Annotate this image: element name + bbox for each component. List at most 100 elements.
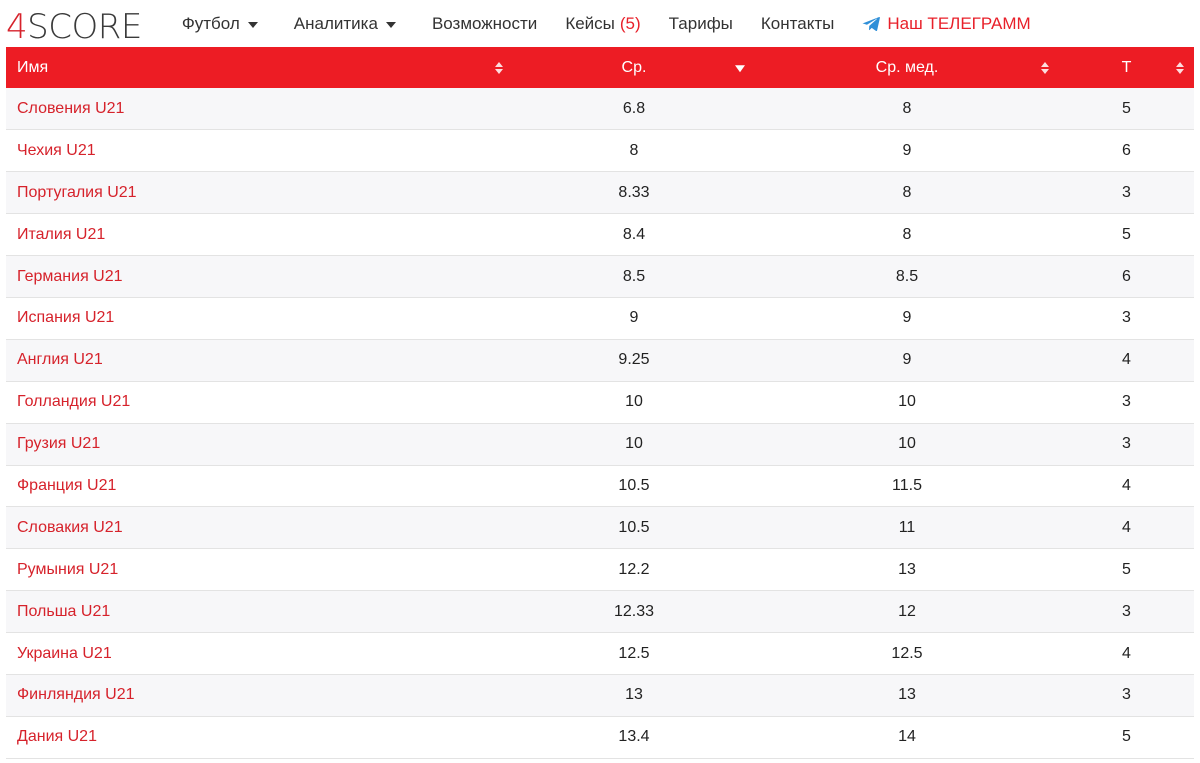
nav-features-label: Возможности: [431, 13, 538, 33]
table-row: Италия U21 8.4 8 5: [6, 213, 1194, 256]
sort-icon: [1041, 61, 1049, 74]
team-link[interactable]: Грузия U21: [17, 435, 100, 452]
nav-cases-link[interactable]: Кейсы (5): [565, 14, 640, 34]
team-link[interactable]: Украина U21: [17, 645, 112, 662]
paper-plane-icon: [862, 16, 881, 31]
sort-icon: [495, 61, 503, 74]
cases-count-badge: (5): [619, 13, 641, 33]
table-row: Дания U21 13.4 14 5: [6, 716, 1194, 759]
avg-cell: 10: [625, 393, 643, 411]
avg-cell: 6.8: [622, 99, 646, 117]
team-name-cell: Италия U21: [6, 214, 513, 256]
site-logo[interactable]: 4SCORE: [6, 0, 142, 47]
t-cell: 3: [1122, 309, 1131, 327]
column-header-avg[interactable]: Ср.: [513, 47, 755, 88]
t-cell: 3: [1122, 393, 1131, 411]
median-cell: 10: [898, 435, 916, 453]
nav-contacts-label: Контакты: [760, 13, 835, 33]
table-row: Грузия U21 10 10 3: [6, 423, 1194, 466]
table-row: Словакия U21 10.5 11 4: [6, 506, 1194, 549]
team-link[interactable]: Испания U21: [17, 309, 114, 326]
logo-word: SCORE: [27, 7, 142, 47]
team-name-cell: Украина U21: [6, 633, 513, 675]
nav-telegram-label: Наш ТЕЛЕГРАММ: [887, 13, 1031, 33]
median-cell: 9: [902, 141, 912, 159]
team-link[interactable]: Дания U21: [17, 728, 97, 745]
median-cell: 14: [898, 728, 916, 746]
median-cell: 12.5: [891, 644, 923, 662]
teams-stats-table: Имя Ср. Ср. мед. Т Словения U21 6.8 8 5 Чехи…: [6, 47, 1194, 759]
median-cell: 11: [898, 518, 916, 536]
sort-icon: [1176, 61, 1184, 74]
t-cell: 6: [1122, 141, 1131, 159]
table-row: Португалия U21 8.33 8 3: [6, 171, 1194, 214]
column-header-t[interactable]: Т: [1059, 47, 1194, 88]
nav-analytics-dropdown[interactable]: Аналитика: [294, 14, 396, 34]
nav-tariffs-link[interactable]: Тарифы: [669, 14, 733, 34]
median-cell: 8: [902, 225, 912, 243]
team-link[interactable]: Румыния U21: [17, 561, 118, 578]
avg-cell: 8.5: [622, 267, 646, 285]
avg-cell: 8.4: [622, 225, 646, 243]
column-header-name[interactable]: Имя: [6, 47, 513, 88]
avg-cell: 8.33: [618, 183, 650, 201]
team-link[interactable]: Португалия U21: [17, 184, 137, 201]
team-link[interactable]: Словакия U21: [17, 519, 123, 536]
avg-cell: 9: [629, 309, 639, 327]
column-header-name-label: Имя: [17, 58, 49, 76]
nav-contacts-link[interactable]: Контакты: [761, 14, 834, 34]
team-name-cell: Чехия U21: [6, 130, 513, 172]
table-row: Финляндия U21 13 13 3: [6, 674, 1194, 717]
team-link[interactable]: Англия U21: [17, 351, 103, 368]
caret-down-icon: [247, 21, 258, 28]
team-link[interactable]: Германия U21: [17, 268, 123, 285]
team-name-cell: Голландия U21: [6, 381, 513, 423]
avg-cell: 13.4: [618, 728, 650, 746]
team-name-cell: Португалия U21: [6, 172, 513, 214]
t-cell: 3: [1122, 183, 1131, 201]
team-link[interactable]: Италия U21: [17, 226, 105, 243]
nav-analytics-label: Аналитика: [293, 13, 378, 33]
table-body: Словения U21 6.8 8 5 Чехия U21 8 9 6 Португалия …: [6, 88, 1194, 759]
sort-desc-icon: [735, 64, 745, 72]
table-row: Польша U21 12.33 12 3: [6, 590, 1194, 633]
team-link[interactable]: Словения U21: [17, 100, 124, 117]
t-cell: 3: [1122, 602, 1131, 620]
column-header-median[interactable]: Ср. мед.: [755, 47, 1059, 88]
t-cell: 4: [1122, 476, 1131, 494]
team-link[interactable]: Чехия U21: [17, 142, 96, 159]
t-cell: 6: [1122, 267, 1131, 285]
table-row: Германия U21 8.5 8.5 6: [6, 255, 1194, 298]
median-cell: 10: [898, 393, 916, 411]
nav-cases-label: Кейсы: [565, 13, 615, 33]
caret-down-icon: [385, 21, 396, 28]
median-cell: 8: [902, 183, 912, 201]
table-row: Франция U21 10.5 11.5 4: [6, 465, 1194, 507]
t-cell: 3: [1122, 686, 1131, 704]
team-link[interactable]: Финляндия U21: [17, 686, 135, 703]
median-cell: 13: [898, 686, 916, 704]
nav-football-label: Футбол: [181, 13, 240, 33]
team-link[interactable]: Голландия U21: [17, 393, 130, 410]
team-name-cell: Дания U21: [6, 716, 513, 758]
team-link[interactable]: Польша U21: [17, 603, 110, 620]
t-cell: 4: [1122, 351, 1131, 369]
column-header-t-label: Т: [1121, 58, 1132, 76]
median-cell: 8: [902, 99, 912, 117]
table-row: Англия U21 9.25 9 4: [6, 339, 1194, 382]
avg-cell: 13: [625, 686, 643, 704]
table-row: Румыния U21 12.2 13 5: [6, 548, 1194, 591]
nav-telegram-link[interactable]: Наш ТЕЛЕГРАММ: [862, 13, 1031, 34]
table-row: Словения U21 6.8 8 5: [6, 88, 1194, 130]
median-cell: 9: [902, 351, 912, 369]
nav-tariffs-label: Тарифы: [668, 13, 733, 33]
avg-cell: 12.33: [613, 602, 655, 620]
nav-football-dropdown[interactable]: Футбол: [182, 14, 258, 34]
avg-cell: 10: [625, 435, 643, 453]
avg-cell: 8: [629, 141, 639, 159]
team-name-cell: Польша U21: [6, 591, 513, 633]
team-link[interactable]: Франция U21: [17, 477, 116, 494]
team-name-cell: Румыния U21: [6, 549, 513, 591]
table-row: Голландия U21 10 10 3: [6, 381, 1194, 424]
nav-features-link[interactable]: Возможности: [432, 14, 537, 34]
